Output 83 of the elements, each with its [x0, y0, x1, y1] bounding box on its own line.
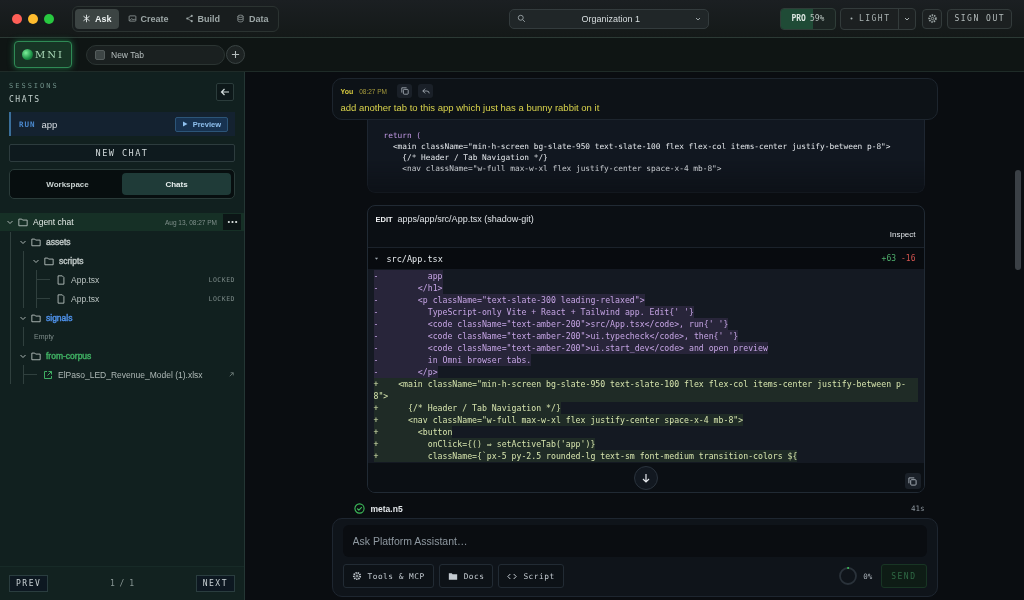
folder-icon: [31, 236, 41, 247]
external-link-icon: [43, 369, 53, 380]
added-count: +63: [881, 254, 897, 263]
play-icon: [181, 121, 188, 127]
scroll-down-button[interactable]: [633, 465, 658, 490]
caret-icon: [695, 15, 702, 22]
organization-selector[interactable]: Organization 1: [509, 8, 710, 29]
file-name[interactable]: App.tsx: [71, 293, 100, 304]
reply-icon: [421, 87, 430, 95]
arrow-icon: [228, 371, 235, 378]
folder-icon: [44, 255, 54, 266]
mode-tab[interactable]: Build: [177, 8, 228, 29]
file-header[interactable]: src/App.tsx +63 -16: [367, 247, 924, 269]
scrollbar-thumb[interactable]: [1015, 170, 1021, 270]
chat-name: Agent chat: [33, 217, 75, 227]
sign-out-button[interactable]: SIGN OUT: [947, 8, 1012, 29]
plan-label: PRO: [791, 14, 806, 23]
file-name[interactable]: App.tsx: [71, 274, 100, 285]
app-name: app: [41, 118, 59, 130]
inspect-link[interactable]: Inspect: [889, 230, 916, 239]
browser-tab[interactable]: New Tab: [86, 44, 225, 65]
logo-text: MNI: [35, 49, 64, 60]
previous-button[interactable]: PREV: [9, 575, 49, 592]
share-icon: [184, 14, 194, 23]
sparkle-icon: [82, 14, 91, 23]
mode-tab[interactable]: Ask: [75, 8, 119, 29]
search-icon: [517, 14, 527, 23]
file-icon: [56, 274, 66, 285]
folder-icon: [31, 312, 41, 323]
settings-button[interactable]: [922, 8, 943, 29]
logo[interactable]: MNI: [14, 41, 72, 68]
settings-icon: [927, 13, 938, 24]
organization-name: Organization 1: [580, 13, 641, 24]
folder-name[interactable]: assets: [46, 236, 71, 247]
minimize-button[interactable]: [28, 13, 38, 24]
copy-icon: [400, 87, 409, 95]
back-arrow-icon: [220, 87, 230, 97]
more-button[interactable]: [223, 214, 241, 230]
copy-icon: [908, 476, 917, 486]
file-name: src/App.tsx: [386, 253, 444, 264]
chevron-down-icon[interactable]: [6, 218, 14, 226]
code-icon: [507, 571, 518, 581]
progress-ring: [838, 566, 859, 586]
page-indicator: 1 / 1: [109, 579, 135, 588]
caret-icon: [373, 256, 379, 261]
caret-icon: [904, 15, 911, 22]
folder-name[interactable]: signals: [46, 312, 73, 323]
reply-button[interactable]: [418, 84, 434, 98]
message-input[interactable]: Ask Platform Assistant…: [342, 525, 927, 557]
folder-name[interactable]: scripts: [59, 255, 84, 266]
sidebar-title: CHATS: [9, 95, 42, 104]
close-button[interactable]: [12, 13, 22, 24]
message-text: add another tab to this app which just has a bunny rabbit on it: [340, 102, 601, 113]
view-tab[interactable]: Workspace: [13, 173, 122, 195]
step-name: meta.n5: [370, 503, 404, 514]
mode-tab[interactable]: Data: [229, 8, 276, 29]
sun-icon: [848, 16, 854, 21]
square-icon: [95, 49, 105, 60]
sphere-icon: [22, 49, 33, 60]
database-icon: [236, 14, 246, 23]
folder-name[interactable]: from-corpus: [46, 350, 92, 361]
folder-icon: [447, 571, 458, 581]
image-icon: [127, 14, 137, 23]
down-arrow-icon: [640, 472, 651, 483]
new-tab-button[interactable]: [226, 45, 245, 64]
more-icon: [226, 220, 238, 224]
folder-icon: [18, 217, 28, 227]
next-button[interactable]: NEXT: [195, 575, 235, 592]
copy-button[interactable]: [397, 84, 413, 98]
file-link[interactable]: ElPaso_LED_Revenue_Model (1).xlsx: [58, 369, 203, 380]
removed-count: -16: [901, 254, 916, 263]
collapse-button[interactable]: [216, 83, 234, 101]
plus-icon: [231, 50, 240, 59]
usage-reading: 59%: [809, 14, 825, 23]
view-tab[interactable]: Chats: [122, 173, 231, 195]
zoom-button[interactable]: [44, 13, 54, 24]
folder-icon: [31, 350, 41, 361]
new-chat-button[interactable]: NEW CHAT: [9, 144, 235, 162]
copy-button[interactable]: [904, 473, 921, 489]
file-icon: [56, 293, 66, 304]
mode-tab[interactable]: Create: [120, 8, 176, 29]
settings-icon: [351, 571, 362, 581]
file-path: apps/app/src/App.tsx (shadow-git): [397, 214, 534, 224]
